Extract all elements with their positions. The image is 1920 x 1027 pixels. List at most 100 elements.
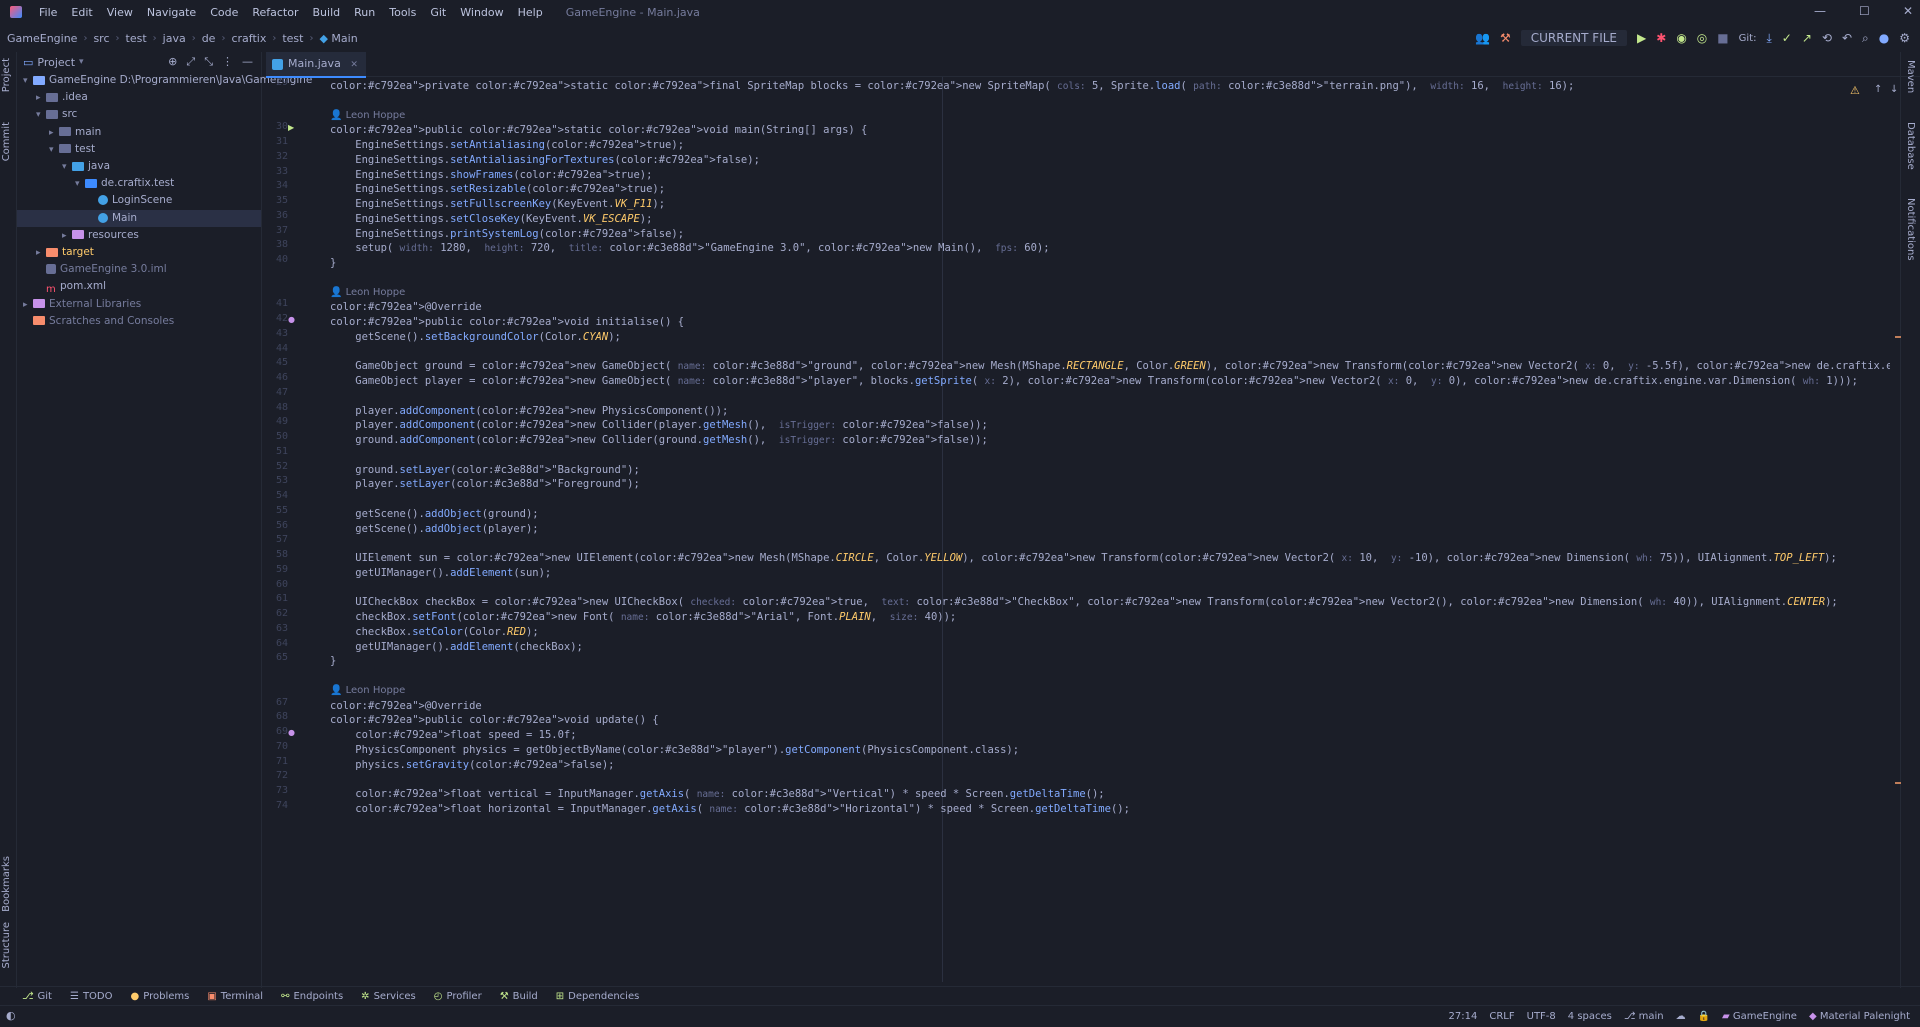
menu-window[interactable]: Window [453, 6, 510, 19]
updates-icon[interactable]: ● [1879, 31, 1889, 45]
minimize-icon[interactable]: — [1814, 4, 1826, 18]
tree-item[interactable]: ▾ de.craftix.test [17, 175, 261, 192]
code-editor[interactable]: color:#c792ea">private color:#c792ea">st… [330, 77, 1890, 982]
tool-services[interactable]: ✲ Services [352, 991, 425, 1002]
tool-bookmarks[interactable]: Bookmarks [1, 856, 12, 912]
tab-main-java[interactable]: Main.java ✕ [266, 52, 366, 78]
tree-item[interactable]: ▾ GameEngine D:\Programmieren\Java\GameEn… [17, 72, 312, 90]
lock-icon[interactable]: 🔒 [1692, 1011, 1716, 1022]
indent-setting[interactable]: 4 spaces [1562, 1011, 1618, 1022]
run-icon[interactable]: ▶ [1637, 31, 1646, 45]
tree-item[interactable]: ▸ target [17, 244, 261, 261]
tree-item[interactable]: ▸ main [17, 124, 261, 141]
tree-item[interactable]: ▾ src [17, 106, 261, 123]
profile-icon[interactable]: ◎ [1697, 31, 1707, 45]
tool-project[interactable]: Project [1, 58, 12, 92]
coverage-icon[interactable]: ◉ [1676, 31, 1686, 45]
tool-commit[interactable]: Commit [1, 122, 12, 161]
run-gutter-icon[interactable]: ▶ [288, 123, 296, 132]
menu-run[interactable]: Run [347, 6, 382, 19]
debug-icon[interactable]: ✱ [1656, 31, 1666, 45]
menu-help[interactable]: Help [511, 6, 550, 19]
git-update-icon[interactable]: ⤓ [1766, 31, 1771, 46]
tree-item[interactable]: GameEngine 3.0.iml [17, 261, 261, 278]
menu-navigate[interactable]: Navigate [140, 6, 203, 19]
close-tab-icon[interactable]: ✕ [350, 60, 358, 70]
chevron-down-icon[interactable]: ▾ [79, 57, 84, 67]
tool-todo[interactable]: ☰ TODO [61, 991, 122, 1002]
breadcrumb-item[interactable]: src [90, 32, 112, 45]
tool-database[interactable]: Database [1905, 122, 1916, 170]
run-config-select[interactable]: CURRENT FILE [1520, 30, 1628, 46]
tree-item[interactable]: ▸ .idea [17, 89, 261, 106]
menu-refactor[interactable]: Refactor [245, 6, 305, 19]
tree-item[interactable]: Main [17, 209, 261, 227]
tree-item[interactable]: Scratches and Consoles [17, 313, 261, 330]
warning-icon[interactable]: ⚠ [1850, 84, 1860, 97]
breadcrumb-item[interactable]: de [199, 32, 219, 45]
git-commit-icon[interactable]: ✓ [1782, 31, 1792, 45]
history-icon[interactable]: ⟲ [1822, 31, 1832, 45]
settings-icon[interactable]: ⚙ [1899, 31, 1910, 45]
ai-assistant-icon[interactable]: ☁ [1670, 1011, 1692, 1022]
menu-build[interactable]: Build [306, 6, 348, 19]
chevron-right-icon[interactable]: ▸ [62, 228, 72, 245]
menu-file[interactable]: File [32, 6, 64, 19]
git-push-icon[interactable]: ↗ [1802, 31, 1812, 45]
caret-position[interactable]: 27:14 [1443, 1011, 1484, 1022]
chevron-down-icon[interactable]: ▾ [23, 73, 33, 90]
tree-item[interactable]: LoginScene [17, 192, 261, 209]
tool-build[interactable]: ⚒ Build [491, 991, 547, 1002]
tree-item[interactable]: ▾ test [17, 141, 261, 158]
breadcrumb-item[interactable]: test [123, 32, 150, 45]
breadcrumb-item[interactable]: java [160, 32, 189, 45]
prev-highlight-icon[interactable]: ↑ [1874, 84, 1882, 95]
tool-structure[interactable]: Structure [1, 922, 12, 969]
options-icon[interactable]: ⋮ [222, 55, 233, 69]
chevron-down-icon[interactable]: ▾ [36, 107, 46, 124]
expand-all-icon[interactable]: ⤢ [186, 55, 195, 69]
tool-profiler[interactable]: ◴ Profiler [425, 991, 491, 1002]
tree-item[interactable]: ▸ resources [17, 227, 261, 244]
breadcrumb-item[interactable]: craftix [228, 32, 269, 45]
tool-terminal[interactable]: ▣ Terminal [198, 991, 272, 1002]
next-highlight-icon[interactable]: ↓ [1890, 84, 1898, 95]
override-gutter-icon[interactable]: ● [288, 728, 296, 737]
menu-tools[interactable]: Tools [382, 6, 423, 19]
git-branch[interactable]: ⎇ main [1618, 1011, 1670, 1022]
tool-problems[interactable]: ● Problems [122, 991, 199, 1002]
hide-icon[interactable]: — [242, 55, 253, 69]
maximize-icon[interactable]: ☐ [1859, 4, 1870, 18]
search-icon[interactable]: ⌕ [1862, 31, 1869, 46]
tool-dependencies[interactable]: ⊞ Dependencies [547, 991, 649, 1002]
collapse-all-icon[interactable]: ⤡ [204, 55, 213, 69]
rollback-icon[interactable]: ↶ [1842, 31, 1852, 45]
file-encoding[interactable]: UTF-8 [1521, 1011, 1562, 1022]
breadcrumb-current[interactable]: ◆ Main [316, 32, 360, 45]
tree-item[interactable]: ▸ External Libraries [17, 296, 261, 313]
project-status[interactable]: ▰ GameEngine [1716, 1011, 1803, 1022]
override-gutter-icon[interactable]: ● [288, 315, 296, 324]
chevron-right-icon[interactable]: ▸ [49, 125, 59, 142]
event-log-icon[interactable]: ◐ [6, 1009, 16, 1022]
hammer-icon[interactable]: ⚒ [1500, 31, 1511, 45]
breadcrumb-item[interactable]: test [279, 32, 306, 45]
chevron-right-icon[interactable]: ▸ [23, 297, 33, 314]
line-separator[interactable]: CRLF [1483, 1011, 1520, 1022]
users-icon[interactable]: 👥 [1475, 31, 1490, 45]
chevron-down-icon[interactable]: ▾ [49, 142, 59, 159]
close-window-icon[interactable]: ✕ [1903, 4, 1913, 18]
menu-git[interactable]: Git [423, 6, 453, 19]
menu-view[interactable]: View [100, 6, 140, 19]
stop-icon[interactable]: ■ [1717, 31, 1728, 45]
theme-status[interactable]: ◆ Material Palenight [1803, 1011, 1920, 1022]
tool-notifications[interactable]: Notifications [1905, 198, 1916, 261]
tree-item[interactable]: m pom.xml [17, 278, 261, 295]
tool-maven[interactable]: Maven [1905, 60, 1916, 93]
chevron-right-icon[interactable]: ▸ [36, 245, 46, 262]
chevron-down-icon[interactable]: ▾ [75, 176, 85, 193]
tool-endpoints[interactable]: ⚯ Endpoints [272, 991, 352, 1002]
locate-icon[interactable]: ⊕ [168, 55, 177, 69]
tool-git[interactable]: ⎇ Git [0, 991, 61, 1002]
tree-item[interactable]: ▾ java [17, 158, 261, 175]
